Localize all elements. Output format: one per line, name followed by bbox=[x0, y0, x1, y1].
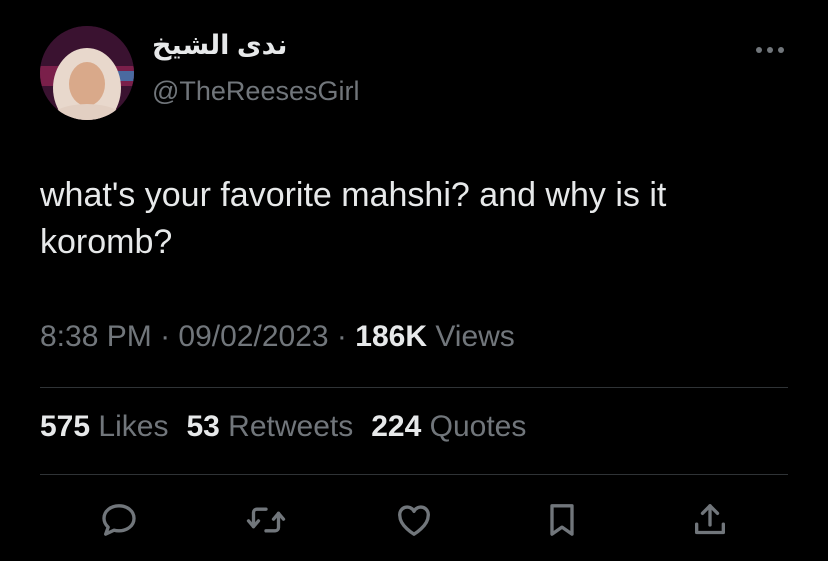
reply-icon[interactable] bbox=[97, 498, 141, 542]
username-handle[interactable]: @TheReesesGirl bbox=[152, 76, 359, 107]
views-label: Views bbox=[435, 320, 515, 353]
like-icon[interactable] bbox=[392, 498, 436, 542]
tweet-text: what's your favorite mahshi? and why is … bbox=[40, 172, 780, 266]
quotes-count: 224 bbox=[371, 410, 422, 443]
share-icon[interactable] bbox=[688, 498, 732, 542]
likes-stat[interactable]: 575 Likes bbox=[40, 410, 168, 443]
tweet-text-line-1: what's your favorite mahshi? and why is … bbox=[40, 176, 667, 214]
meta-separator: · bbox=[160, 320, 171, 353]
tweet-time[interactable]: 8:38 PM bbox=[40, 320, 152, 353]
avatar[interactable] bbox=[40, 26, 134, 120]
tweet-date[interactable]: 09/02/2023 bbox=[178, 320, 328, 353]
retweets-count: 53 bbox=[186, 410, 220, 443]
action-bar bbox=[0, 490, 828, 550]
retweets-stat[interactable]: 53 Retweets bbox=[186, 410, 353, 443]
bookmark-icon[interactable] bbox=[540, 498, 584, 542]
tweet-metadata: 8:38 PM · 09/02/2023 · 186K Views bbox=[40, 320, 515, 354]
display-name[interactable]: ندى الشيخ bbox=[152, 30, 287, 61]
quotes-stat[interactable]: 224 Quotes bbox=[371, 410, 526, 443]
engagement-stats: 575 Likes 53 Retweets 224 Quotes bbox=[40, 410, 544, 444]
likes-label: Likes bbox=[98, 410, 169, 443]
divider bbox=[40, 474, 788, 475]
quotes-label: Quotes bbox=[429, 410, 527, 443]
likes-count: 575 bbox=[40, 410, 91, 443]
retweets-label: Retweets bbox=[228, 410, 354, 443]
divider bbox=[40, 387, 788, 388]
more-options-icon[interactable] bbox=[752, 38, 788, 62]
views-count: 186K bbox=[355, 320, 427, 353]
retweet-icon[interactable] bbox=[244, 498, 288, 542]
tweet-text-line-2: koromb? bbox=[40, 223, 173, 261]
meta-separator: · bbox=[336, 320, 347, 353]
